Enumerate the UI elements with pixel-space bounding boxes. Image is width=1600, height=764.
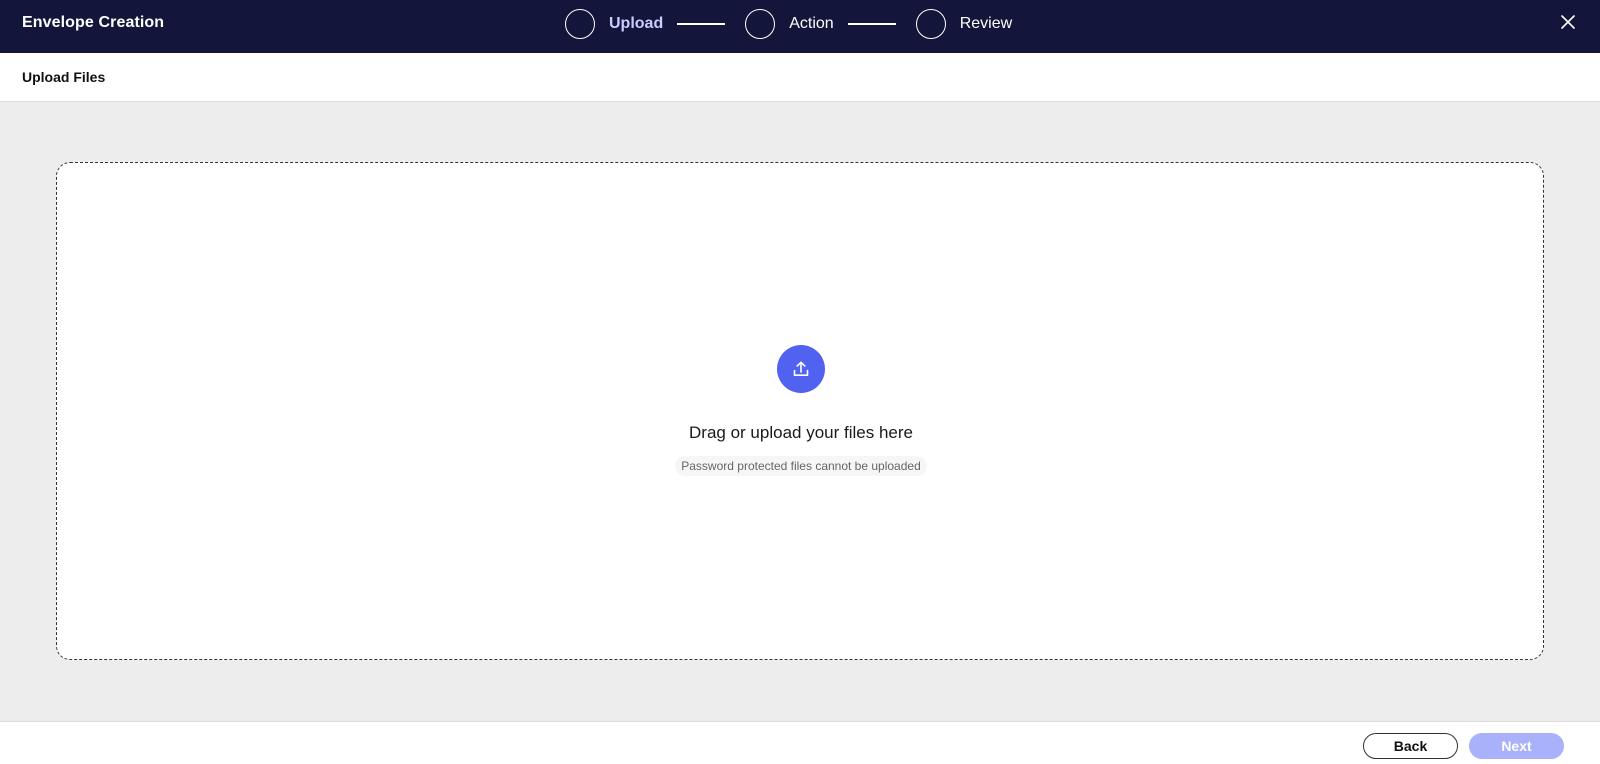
step-review: Review xyxy=(915,9,1013,39)
step-upload-label: Upload xyxy=(609,15,664,32)
top-bar: Envelope Creation Upload Action Review xyxy=(0,0,1600,53)
file-dropzone[interactable]: Drag or upload your files here Password … xyxy=(56,162,1544,660)
app-title: Envelope Creation xyxy=(22,14,165,31)
step-upload: Upload xyxy=(565,9,663,39)
step-review-circle xyxy=(915,9,946,39)
stepper: Upload Action Review xyxy=(565,9,1012,39)
dropzone-hint-wrap: Password protected files cannot be uploa… xyxy=(57,456,1545,476)
step-action: Action xyxy=(745,9,834,39)
dropzone-text: Drag or upload your files here xyxy=(689,423,913,442)
step-upload-circle xyxy=(565,9,595,39)
subheader: Upload Files xyxy=(0,53,1600,102)
step-action-label: Action xyxy=(789,15,834,32)
step-connector xyxy=(847,23,896,25)
next-button[interactable]: Next xyxy=(1469,733,1564,759)
step-connector xyxy=(677,23,726,25)
step-review-label: Review xyxy=(959,15,1013,32)
footer: Back Next xyxy=(0,721,1600,764)
upload-icon[interactable] xyxy=(777,345,825,393)
close-icon[interactable] xyxy=(1557,11,1579,33)
page-title: Upload Files xyxy=(22,69,106,85)
dropzone-hint: Password protected files cannot be uploa… xyxy=(675,456,927,476)
back-button[interactable]: Back xyxy=(1363,733,1458,759)
step-action-circle xyxy=(745,9,776,39)
